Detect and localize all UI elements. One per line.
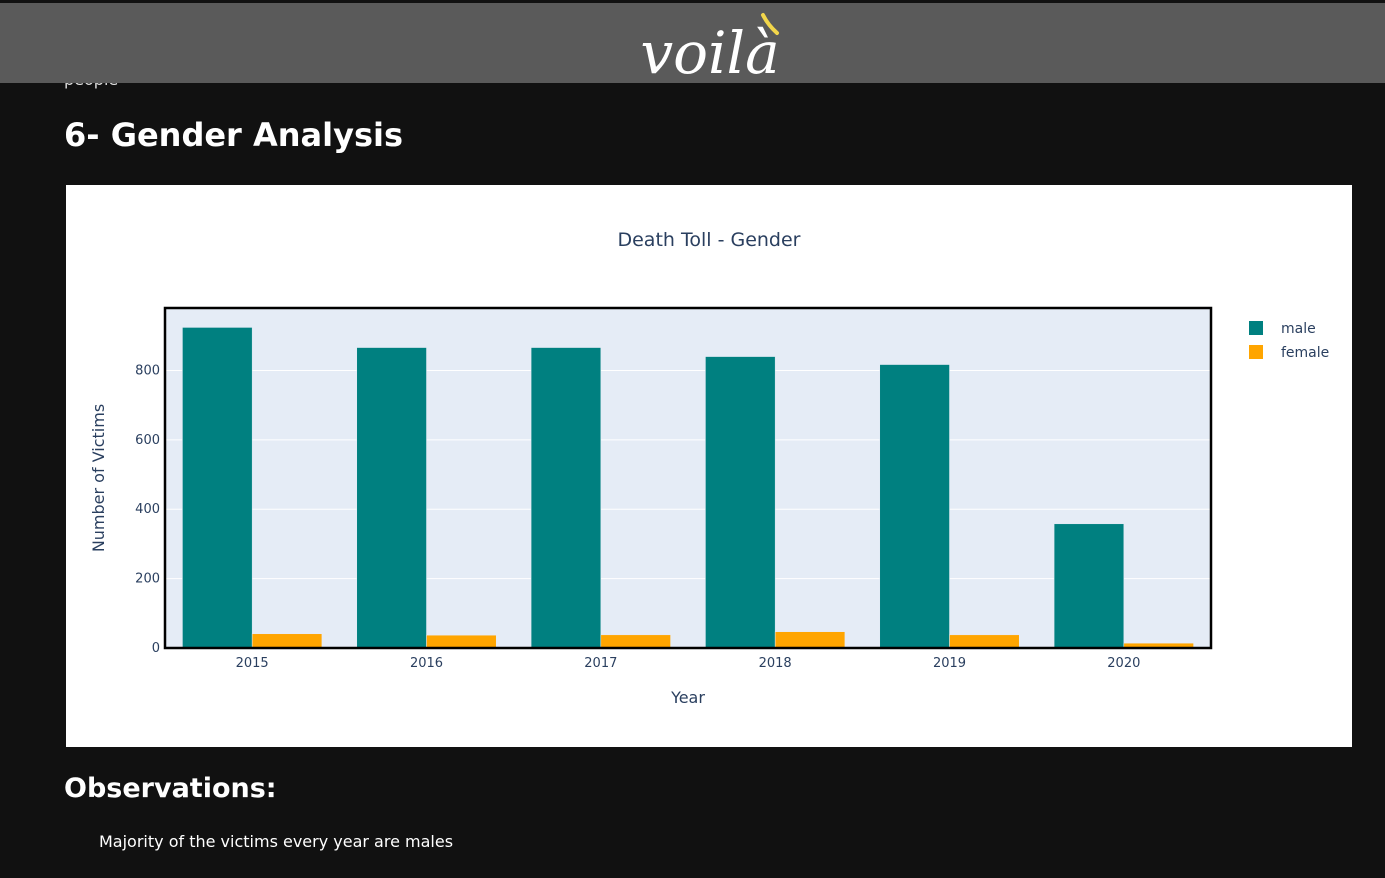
y-tick-label: 400 bbox=[135, 502, 160, 517]
logo-text: voilà bbox=[640, 19, 779, 86]
legend-label-female[interactable]: female bbox=[1281, 345, 1329, 361]
x-tick-label: 2017 bbox=[584, 656, 617, 671]
bar-female-2017[interactable] bbox=[600, 634, 671, 649]
bar-male-2016[interactable] bbox=[356, 347, 427, 649]
x-tick-label: 2016 bbox=[410, 656, 443, 671]
legend-label-male[interactable]: male bbox=[1281, 321, 1316, 337]
bar-male-2015[interactable] bbox=[182, 327, 253, 649]
legend-swatch-female[interactable] bbox=[1249, 345, 1263, 359]
section-title: 6- Gender Analysis bbox=[64, 116, 403, 154]
x-ticks: 2015 2016 2017 2018 2019 2020 bbox=[236, 656, 1141, 671]
bar-male-2018[interactable] bbox=[705, 356, 776, 649]
x-tick-label: 2020 bbox=[1107, 656, 1140, 671]
bar-female-2018[interactable] bbox=[774, 631, 846, 649]
observation-text: Majority of the victims every year are m… bbox=[99, 832, 454, 851]
chart-title: Death Toll - Gender bbox=[617, 229, 800, 251]
legend-swatch-male[interactable] bbox=[1249, 321, 1263, 335]
bar-female-2019[interactable] bbox=[949, 634, 1020, 649]
y-tick-label: 0 bbox=[152, 641, 160, 656]
bar-female-2015[interactable] bbox=[251, 633, 323, 649]
y-tick-label: 800 bbox=[135, 363, 160, 378]
x-tick-label: 2015 bbox=[236, 656, 269, 671]
y-ticks: 0 200 400 600 800 bbox=[135, 363, 160, 656]
x-axis-label: Year bbox=[670, 688, 705, 707]
x-tick-label: 2019 bbox=[933, 656, 966, 671]
y-tick-label: 600 bbox=[135, 433, 160, 448]
death-toll-gender-chart: Death Toll - Gender 0200400600800 2015 20… bbox=[89, 229, 1329, 707]
bar-male-2020[interactable] bbox=[1053, 523, 1125, 649]
y-axis-label: Number of Victims bbox=[89, 404, 108, 552]
legend[interactable]: male female bbox=[1249, 321, 1329, 361]
x-tick-label: 2018 bbox=[759, 656, 792, 671]
chart-container: Death Toll - Gender 0 200 400 600 800 2015 20… bbox=[66, 185, 1352, 747]
voila-logo[interactable]: voilà bbox=[600, 3, 820, 86]
bar-male-2019[interactable] bbox=[879, 364, 950, 649]
bar-female-2016[interactable] bbox=[426, 634, 497, 649]
bar-male-2017[interactable] bbox=[530, 347, 602, 649]
observations-title: Observations: bbox=[64, 773, 277, 804]
top-banner: voilà bbox=[0, 0, 1385, 86]
y-tick-label: 200 bbox=[135, 572, 160, 587]
